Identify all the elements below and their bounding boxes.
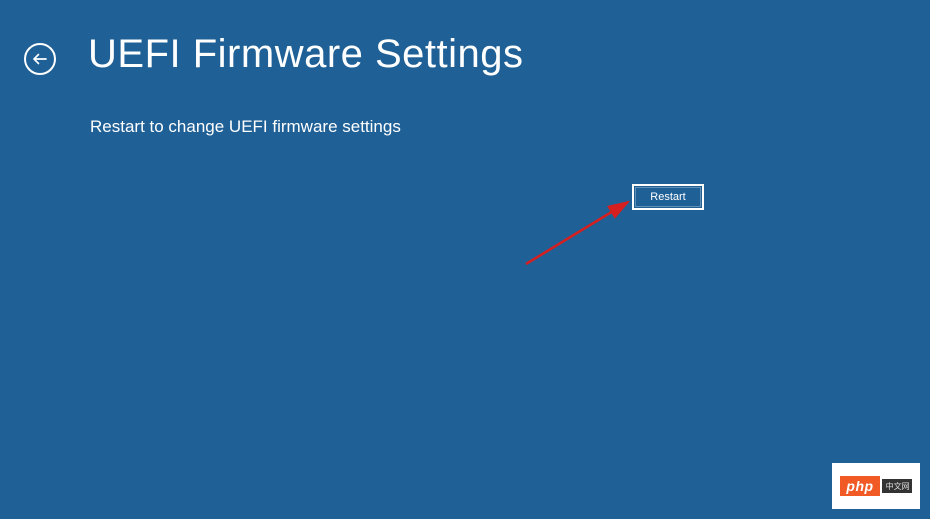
watermark-inner: php 中文网 xyxy=(840,476,911,496)
page-title: UEFI Firmware Settings xyxy=(88,32,524,77)
description-text: Restart to change UEFI firmware settings xyxy=(90,117,930,137)
restart-button[interactable]: Restart xyxy=(632,184,704,210)
back-arrow-icon xyxy=(31,50,49,68)
header: UEFI Firmware Settings xyxy=(0,0,930,77)
watermark-logo: php xyxy=(840,476,879,496)
back-button[interactable] xyxy=(24,43,56,75)
annotation-arrow-icon xyxy=(524,192,644,272)
content-area: Restart to change UEFI firmware settings xyxy=(0,77,930,137)
watermark: php 中文网 xyxy=(832,463,920,509)
watermark-suffix: 中文网 xyxy=(882,479,912,493)
